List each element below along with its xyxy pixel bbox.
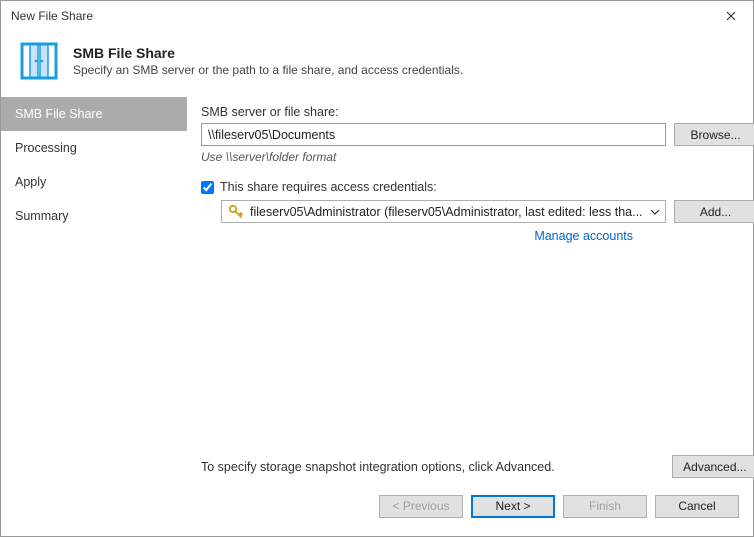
close-icon <box>726 11 736 21</box>
footer: < Previous Next > Finish Cancel <box>1 488 753 536</box>
file-share-icon <box>19 41 59 81</box>
credentials-checkbox-row[interactable]: This share requires access credentials: <box>201 180 754 194</box>
sidebar-item-processing[interactable]: Processing <box>1 131 187 165</box>
advanced-button[interactable]: Advanced... <box>672 455 754 478</box>
chevron-down-icon <box>649 209 661 215</box>
finish-button[interactable]: Finish <box>563 495 647 518</box>
sidebar-item-label: Apply <box>15 175 46 189</box>
browse-button[interactable]: Browse... <box>674 123 754 146</box>
cancel-button[interactable]: Cancel <box>655 495 739 518</box>
page-title: SMB File Share <box>73 45 463 61</box>
manage-accounts-link[interactable]: Manage accounts <box>201 229 633 243</box>
page-subtitle: Specify an SMB server or the path to a f… <box>73 63 463 77</box>
add-credentials-button[interactable]: Add... <box>674 200 754 223</box>
sidebar-item-label: SMB File Share <box>15 107 103 121</box>
header: SMB File Share Specify an SMB server or … <box>1 31 753 97</box>
path-input[interactable] <box>201 123 666 146</box>
window-title: New File Share <box>11 9 93 23</box>
main-panel: SMB server or file share: Browse... Use … <box>187 97 754 488</box>
dialog-window: New File Share SMB File Share Specify <box>0 0 754 537</box>
credentials-select[interactable]: fileserv05\Administrator (fileserv05\Adm… <box>221 200 666 223</box>
sidebar-item-apply[interactable]: Apply <box>1 165 187 199</box>
sidebar-item-label: Summary <box>15 209 68 223</box>
key-icon <box>228 204 244 220</box>
credentials-checkbox-label: This share requires access credentials: <box>220 180 437 194</box>
next-button[interactable]: Next > <box>471 495 555 518</box>
previous-button[interactable]: < Previous <box>379 495 463 518</box>
advanced-hint: To specify storage snapshot integration … <box>201 460 555 474</box>
titlebar: New File Share <box>1 1 753 31</box>
path-label: SMB server or file share: <box>201 105 754 119</box>
sidebar-item-label: Processing <box>15 141 77 155</box>
close-button[interactable] <box>708 1 753 31</box>
credentials-selected-text: fileserv05\Administrator (fileserv05\Adm… <box>250 205 643 219</box>
sidebar-item-smb-file-share[interactable]: SMB File Share <box>1 97 187 131</box>
wizard-sidebar: SMB File Share Processing Apply Summary <box>1 97 187 488</box>
format-hint: Use \\server\folder format <box>201 150 754 164</box>
sidebar-item-summary[interactable]: Summary <box>1 199 187 233</box>
credentials-checkbox[interactable] <box>201 181 214 194</box>
